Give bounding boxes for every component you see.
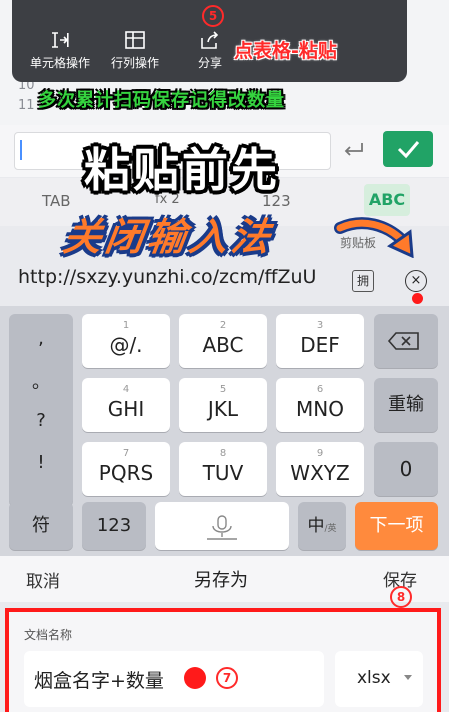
reenter-key[interactable]: 重输 bbox=[374, 378, 438, 432]
punctuation-column[interactable]: , 。 ? ! bbox=[9, 314, 73, 506]
big-caption: 粘贴前先 bbox=[84, 143, 280, 197]
extension-value: xlsx bbox=[357, 668, 391, 688]
key-2[interactable]: 2 ABC bbox=[179, 314, 267, 368]
tab-key[interactable]: TAB bbox=[42, 192, 71, 210]
red-dot-marker bbox=[412, 293, 423, 304]
confirm-button[interactable] bbox=[383, 131, 433, 167]
key-1[interactable]: 1 @/. bbox=[82, 314, 170, 368]
paste-caption: 点表格-粘贴 bbox=[234, 40, 337, 62]
language-switch-key[interactable]: 中/英 bbox=[298, 502, 346, 550]
cell-operation-button[interactable]: 单元格操作 bbox=[20, 30, 100, 71]
backspace-key[interactable] bbox=[374, 314, 438, 368]
backspace-icon bbox=[387, 332, 419, 350]
row-number: 11 bbox=[18, 98, 35, 113]
space-key[interactable] bbox=[155, 502, 289, 550]
dialog-title: 另存为 bbox=[194, 570, 248, 591]
key-9[interactable]: 9 WXYZ bbox=[276, 442, 364, 496]
cell-operation-label: 单元格操作 bbox=[29, 56, 90, 70]
step-5-marker: 5 bbox=[202, 5, 224, 27]
microphone-icon bbox=[207, 515, 237, 540]
cell-context-menu: 单元格操作 行列操作 分享 5 点表格-粘贴 bbox=[12, 0, 407, 82]
punct-comma[interactable]: , bbox=[9, 314, 73, 350]
cancel-button[interactable]: 取消 bbox=[26, 567, 60, 592]
text-caret bbox=[20, 140, 22, 160]
row-column-icon bbox=[125, 31, 145, 49]
key-5[interactable]: 5 JKL bbox=[179, 378, 267, 432]
share-icon bbox=[201, 31, 219, 49]
enter-button[interactable] bbox=[334, 135, 372, 165]
paste-icon[interactable]: 拥 bbox=[352, 270, 374, 292]
green-caption: 多次累计扫码保存记得改数量 bbox=[38, 90, 285, 111]
punct-period[interactable]: 。 bbox=[9, 350, 73, 394]
punct-exclaim[interactable]: ! bbox=[9, 432, 73, 474]
filename-value[interactable]: 烟盒名字+数量 bbox=[34, 666, 164, 693]
document-name-label: 文档名称 bbox=[24, 628, 73, 642]
key-8[interactable]: 8 TUV bbox=[179, 442, 267, 496]
keyboard: , 。 ? ! 1 @/. 2 ABC 3 DEF 4 GHI 5 JKL 6 MNO 重输… bbox=[0, 306, 449, 556]
red-dot-marker bbox=[184, 667, 206, 689]
numbers-key[interactable]: 123 bbox=[82, 502, 146, 550]
row-column-button[interactable]: 行列操作 bbox=[95, 30, 175, 71]
symbols-key[interactable]: 符 bbox=[9, 502, 73, 550]
key-6[interactable]: 6 MNO bbox=[276, 378, 364, 432]
check-icon bbox=[397, 141, 420, 159]
next-item-key[interactable]: 下一项 bbox=[355, 502, 438, 550]
clipboard-url[interactable]: http://sxzy.yunzhi.co/zcm/ffZuU bbox=[18, 266, 343, 288]
step-8-marker: 8 bbox=[390, 586, 412, 608]
clear-icon[interactable]: × bbox=[405, 270, 427, 292]
return-icon bbox=[344, 143, 363, 156]
row-column-label: 行列操作 bbox=[110, 56, 159, 70]
cell-operation-icon bbox=[52, 32, 69, 48]
chevron-down-icon bbox=[404, 675, 412, 680]
key-0[interactable]: 0 bbox=[374, 442, 438, 496]
key-3[interactable]: 3 DEF bbox=[276, 314, 364, 368]
step-7-marker: 7 bbox=[216, 667, 238, 689]
key-7[interactable]: 7 PQRS bbox=[82, 442, 170, 496]
key-4[interactable]: 4 GHI bbox=[82, 378, 170, 432]
orange-caption: 关闭输入法 bbox=[60, 215, 277, 259]
punct-question[interactable]: ? bbox=[9, 394, 73, 432]
share-label: 分享 bbox=[197, 56, 222, 70]
